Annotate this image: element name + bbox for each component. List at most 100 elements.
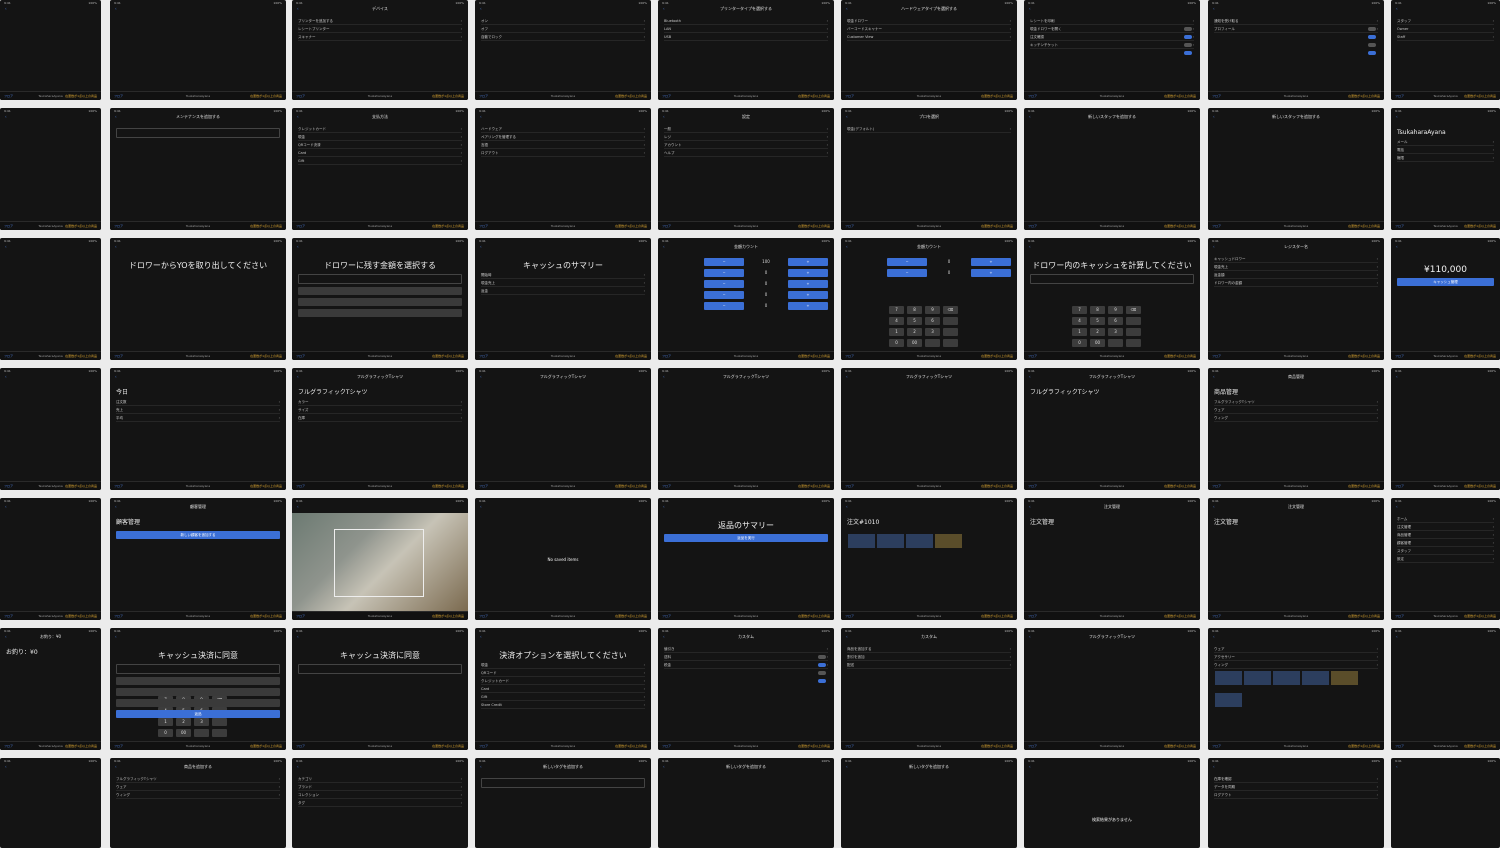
screen-thumbnail[interactable]: 9:41 100% ‹ プロを選択 現金(デフォルト) › フロア TsukaharaAyan… [841, 108, 1017, 230]
list-row[interactable]: ウェア › [116, 783, 280, 791]
screen-thumbnail[interactable]: 9:41 100% ‹ フルグラフィックTシャツ フルグラフィックTシャツ フロア Tsuk… [1024, 368, 1200, 490]
list-row[interactable]: 配送 › [847, 661, 1011, 669]
screen-thumbnail[interactable]: 9:41 100% ‹ フルグラフィックTシャツ フルグラフィックTシャツ カラー › サイズ… [292, 368, 468, 490]
primary-action-button[interactable]: 新しい顧客を追加する [116, 531, 280, 539]
list-row[interactable]: 権限 › [1397, 154, 1494, 162]
toggle-switch[interactable] [1184, 35, 1192, 39]
list-row[interactable]: バーコードスキャナー › [847, 25, 1011, 33]
list-row[interactable]: Gift › [298, 157, 462, 165]
screen-thumbnail[interactable]: 9:41100%‹789⌫456123000キャッシュ決済に同意返品フロアTsu… [110, 628, 286, 750]
screen-thumbnail[interactable]: 9:41 100% ‹ 新しいタグを追加する [841, 758, 1017, 848]
payment-tile[interactable] [906, 534, 933, 548]
list-row[interactable]: クレジットカード › [481, 677, 645, 685]
list-row[interactable]: カラー › [298, 398, 462, 406]
toggle-switch[interactable] [1184, 27, 1192, 31]
category-tile[interactable] [1331, 671, 1358, 685]
stock-filter-tab[interactable]: 在庫数が1点以上の商品 [615, 354, 647, 358]
screen-thumbnail[interactable]: 9:41 100% ‹ フルグラフィックTシャツ フロア TsukaharaAyana 在庫… [658, 368, 834, 490]
list-row[interactable]: ハードウェア › [481, 125, 645, 133]
screen-thumbnail[interactable]: 9:41 100% ‹ 金額カウント −100 + −0 + −0 + −0 + −0 + フロア Tsuka… [658, 238, 834, 360]
screen-thumbnail[interactable]: 9:41 100% ‹ TsukaharaAyana メール › 電話 › 権限 › フロア Tsuk… [1391, 108, 1500, 230]
stock-filter-tab[interactable]: 在庫数が1点以上の商品 [432, 614, 464, 618]
screen-thumbnail[interactable]: 9:41 100% ‹ フロア TsukaharaAyana 在庫数が1点以上の商品 [1391, 628, 1500, 750]
stock-filter-tab[interactable]: 在庫数が1点以上の商品 [250, 94, 282, 98]
list-row[interactable]: 商品管理 › [1397, 531, 1494, 539]
toggle-switch[interactable] [818, 679, 826, 683]
list-row[interactable]: QRコード › [481, 669, 645, 677]
stock-filter-tab[interactable]: 在庫数が1点以上の商品 [432, 354, 464, 358]
list-row[interactable]: Staff › [1397, 33, 1494, 41]
list-row[interactable]: Owner › [1397, 25, 1494, 33]
back-button[interactable]: ‹ [115, 634, 117, 639]
stock-filter-tab[interactable]: 在庫数が1点以上の商品 [65, 484, 97, 488]
screen-thumbnail[interactable]: 9:41 100% ‹ プリンタータイプを選択する Bluetooth › LAN › USB ›… [658, 0, 834, 100]
list-row[interactable]: 割引を追加 › [847, 653, 1011, 661]
stock-filter-tab[interactable]: 在庫数が1点以上の商品 [1348, 614, 1380, 618]
screen-thumbnail[interactable]: 9:41 100% ‹ フロア TsukaharaAyana 在庫数が1点以上の商品 [0, 368, 101, 490]
stock-filter-tab[interactable]: 在庫数が1点以上の商品 [1464, 484, 1496, 488]
back-button[interactable]: ‹ [297, 634, 299, 639]
stock-filter-tab[interactable]: 在庫数が1点以上の商品 [1164, 744, 1196, 748]
stock-filter-tab[interactable]: 在庫数が1点以上の商品 [432, 224, 464, 228]
back-button[interactable]: ‹ [1213, 6, 1215, 11]
list-row[interactable]: 在庫を確認 › [1214, 775, 1378, 783]
primary-action-button[interactable]: 返品 [116, 710, 280, 718]
screen-thumbnail[interactable]: 9:41 100% ‹ お釣り：¥0 お釣り：¥0 フロア TsukaharaAyana 在庫… [0, 628, 101, 750]
back-button[interactable]: ‹ [1396, 114, 1398, 119]
stock-filter-tab[interactable]: 在庫数が1点以上の商品 [798, 354, 830, 358]
screen-thumbnail[interactable]: 9:41 100% ‹ 商品を追加する フルグラフィックTシャツ › ウェア › ウィング › [110, 758, 286, 848]
screen-thumbnail[interactable]: 9:41 100% ‹ 新しいタグを追加する [475, 758, 651, 848]
list-row[interactable]: 在庫 › [298, 414, 462, 422]
list-row[interactable]: メール › [1397, 138, 1494, 146]
stock-filter-tab[interactable]: 在庫数が1点以上の商品 [615, 94, 647, 98]
list-row[interactable]: ホーム › [1397, 515, 1494, 523]
decrement-button[interactable]: − [704, 269, 745, 277]
stock-filter-tab[interactable]: 在庫数が1点以上の商品 [432, 484, 464, 488]
back-button[interactable]: ‹ [1396, 504, 1398, 509]
back-button[interactable]: ‹ [1396, 244, 1398, 249]
list-row[interactable]: 注文管理 › [1397, 523, 1494, 531]
toggle-switch[interactable] [818, 655, 826, 659]
screen-thumbnail[interactable]: 9:41 100% ‹ 検索結果がありません [1024, 758, 1200, 848]
list-row[interactable]: Bluetooth › [664, 17, 828, 25]
back-button[interactable]: ‹ [480, 244, 482, 249]
decrement-button[interactable]: − [704, 258, 745, 266]
screen-thumbnail[interactable]: 9:41 100% ‹ 顧客管理 顧客管理 新しい顧客を追加する フロア TsukaharaA… [110, 498, 286, 620]
list-row[interactable]: 顧客管理 › [1397, 539, 1494, 547]
list-row[interactable]: 現金売上 › [1214, 263, 1378, 271]
payment-tile[interactable] [848, 534, 875, 548]
screen-thumbnail[interactable]: 9:41 100% ‹ 新しいスタッフを追加する フロア TsukaharaAyana 在庫… [1024, 108, 1200, 230]
screen-thumbnail[interactable]: 9:41 100% ‹ フロア TsukaharaAyana 在庫数が1点以上の商品 [0, 0, 101, 100]
list-row[interactable]: 自動でロック › [481, 33, 645, 41]
preset-amount-button[interactable] [116, 677, 280, 685]
stock-filter-tab[interactable]: 在庫数が1点以上の商品 [1348, 744, 1380, 748]
stock-filter-tab[interactable]: 在庫数が1点以上の商品 [65, 224, 97, 228]
list-row[interactable]: 現金(デフォルト) › [847, 125, 1011, 133]
list-row[interactable]: LAN › [664, 25, 828, 33]
amount-input[interactable] [298, 274, 462, 284]
back-button[interactable]: ‹ [5, 244, 7, 249]
stock-filter-tab[interactable]: 在庫数が1点以上の商品 [1464, 224, 1496, 228]
stock-filter-tab[interactable]: 在庫数が1点以上の商品 [250, 224, 282, 228]
amount-input[interactable] [481, 778, 645, 788]
stock-filter-tab[interactable]: 在庫数が1点以上の商品 [1348, 224, 1380, 228]
list-row[interactable]: 現金 › [481, 661, 645, 669]
decrement-button[interactable]: − [887, 269, 928, 277]
back-button[interactable]: ‹ [480, 114, 482, 119]
toggle-switch[interactable] [818, 671, 826, 675]
back-button[interactable]: ‹ [5, 504, 7, 509]
list-row[interactable]: 売上 › [116, 406, 280, 414]
back-button[interactable]: ‹ [115, 244, 117, 249]
amount-input[interactable] [1030, 274, 1194, 284]
list-row[interactable]: レシートを印刷 › [1030, 17, 1194, 25]
list-row[interactable]: ペアリングを管理する › [481, 133, 645, 141]
list-row[interactable]: 送料 › [664, 653, 828, 661]
list-row[interactable]: 税金 › [664, 661, 828, 669]
list-row[interactable]: 注文数 › [116, 398, 280, 406]
stock-filter-tab[interactable]: 在庫数が1点以上の商品 [1464, 614, 1496, 618]
back-button[interactable]: ‹ [297, 504, 299, 509]
stock-filter-tab[interactable]: 在庫数が1点以上の商品 [981, 354, 1013, 358]
toggle-switch[interactable] [1184, 51, 1192, 55]
list-row[interactable]: ヘルプ › [664, 149, 828, 157]
screen-thumbnail[interactable]: 9:41 100% ‹ 返品のサマリー 返品を実行 フロア TsukaharaAyana 在庫… [658, 498, 834, 620]
